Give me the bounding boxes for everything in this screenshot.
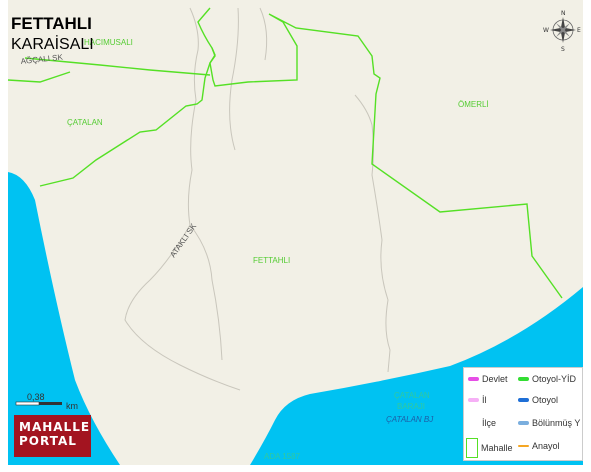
map-frame-left	[0, 0, 8, 472]
legend-item-anayol: Anayol	[518, 441, 560, 451]
svg-text:W: W	[543, 27, 549, 34]
legend-item-otoyol-yid: Otoyol-YİD	[518, 374, 576, 384]
legend-swatch-il	[468, 398, 479, 402]
legend-swatch-mahalle	[466, 438, 478, 458]
label-catalan: ÇATALAN	[67, 118, 103, 127]
page-subtitle: KARAİSALI	[11, 36, 94, 53]
label-ada: ADA 1587	[264, 452, 301, 461]
label-catalan-baraji-1: ÇATALAN	[394, 391, 430, 400]
svg-text:E: E	[577, 27, 581, 34]
scale-unit: km	[66, 401, 78, 411]
legend-item-ilce: İlçe	[482, 418, 497, 428]
label-omerli: ÖMERLİ	[458, 100, 489, 109]
map-frame-bottom	[0, 465, 591, 472]
scale-value: 0,38	[27, 392, 45, 402]
svg-text:N: N	[561, 10, 566, 17]
scale-bar	[15, 401, 62, 406]
legend-item-il: İl	[468, 395, 487, 405]
map-frame-right	[583, 0, 591, 472]
label-fettahli: FETTAHLI	[253, 256, 290, 265]
legend-swatch-bolunmus	[518, 421, 529, 425]
legend-item-otoyol: Otoyol	[518, 395, 558, 405]
page-title: FETTAHLI	[11, 14, 92, 33]
label-catalan-bj: ÇATALAN BJ	[386, 415, 434, 424]
label-catalan-baraji-2: BARAJI	[397, 402, 425, 411]
legend-swatch-devlet	[468, 377, 479, 381]
mahalle-portal-logo[interactable]: MAHALLE PORTAL	[14, 415, 91, 457]
legend-item-devlet: Devlet	[468, 374, 508, 384]
legend-item-bolunmus: Bölünmüş Y	[518, 418, 580, 428]
legend-swatch-otoyol-yid	[518, 377, 529, 381]
legend-swatch-anayol	[518, 445, 529, 447]
map-legend: Devlet Otoyol-YİD İl Otoyol İlçe Bölünmü…	[463, 367, 583, 461]
legend-swatch-otoyol	[518, 398, 529, 402]
map-canvas[interactable]: ÇATALAN ÖMERLİ FETTAHLI HACIMUSALI AĞÇAL…	[0, 0, 591, 472]
legend-item-mahalle: Mahalle	[466, 438, 513, 458]
svg-text:S: S	[561, 46, 565, 53]
